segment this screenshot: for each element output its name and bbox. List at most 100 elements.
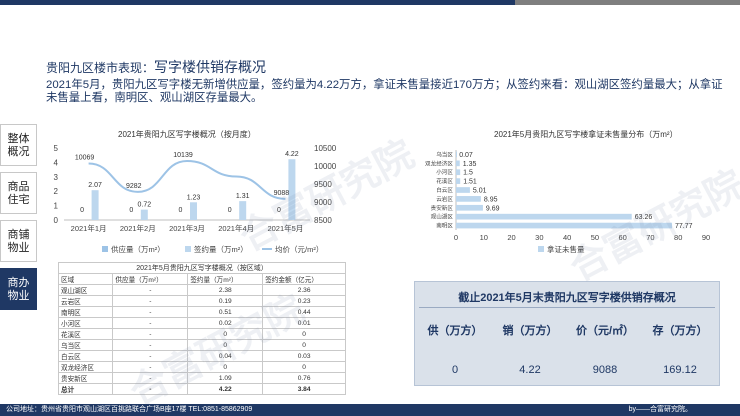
legend-swatch-supply [102,246,108,252]
table-cell: 南明区 [57,306,114,318]
y-left-tick-label: 0 [54,216,59,225]
table-cell: 0.23 [262,295,346,307]
x-tick-label: 50 [591,233,599,242]
page-title: 贵阳九区楼市表现：写字楼供销存概况 [46,57,266,77]
table-cell: 0.03 [262,350,346,362]
supply-bar-label: 0 [277,207,281,214]
table-cell: - [112,372,189,384]
table-cell: 乌当区 [57,339,114,351]
unsold-bar-label: 9.69 [486,205,500,212]
unsold-bar [456,160,460,167]
x-tick-label: 60 [618,233,626,242]
table-cell: 2.38 [187,284,264,296]
y-tick-label: 云岩区 [436,195,453,203]
table-cell: 0 [187,328,264,340]
table-cell: 0.19 [187,295,264,307]
signed-bar [140,209,148,220]
nav-item-label: 商办物业 [7,276,30,302]
x-tick-label: 10 [480,233,488,242]
table-cell: 0.02 [187,317,264,329]
table-cell: 总计 [57,383,114,395]
table-row: 观山湖区 -2.38 2.36 [57,284,346,296]
nav-item-overview[interactable]: 整体概况 [0,124,37,166]
table-header: 供应量（万m²） [112,273,189,285]
nav-item-label: 商铺物业 [7,228,30,254]
x-tick-label: 2021年5月 [267,223,303,233]
table-row: 花溪区 -0 0 [57,328,346,340]
signed-bar [239,201,247,220]
legend-label-price: 均价（元/m²） [275,244,323,254]
table-cell: 双龙经济区 [57,361,114,373]
signed-bar-label: 1.23 [187,194,201,201]
price-point-label: 10069 [75,155,95,162]
summary-text: 2021年5月，贵阳九区写字楼无新增供应量，签约量为4.22万方，拿证未售量接近… [46,79,723,104]
supply-bar-label: 0 [80,207,84,214]
y-tick-label: 小河区 [436,168,453,176]
stock-val-price: 9088 [592,364,618,376]
unsold-bar-label: 1.51 [463,179,477,186]
y-left-tick-label: 4 [54,158,59,167]
stock-val-supply: 0 [451,364,459,376]
legend-label-supply: 供应量（万m²） [111,244,165,254]
unsold-bar [456,187,470,193]
page-title-prefix: 贵阳九区楼市表现： [46,61,155,75]
table-header: 签约金额（亿元） [262,273,346,285]
signed-bar [190,202,197,220]
x-tick-label: 2021年2月 [120,223,156,233]
table-cell: 0 [187,339,264,351]
y-left-tick-label: 2 [54,187,59,196]
table-cell: 0.44 [262,306,346,318]
unsold-bar-label: 5.01 [473,188,487,195]
price-line [88,159,286,200]
unsold-bar-label: 1.5 [463,170,473,177]
district-table: 2021年5月贵阳九区写字楼概况（按区域） 区域 供应量（万m²） 签约量（万m… [57,262,346,395]
table-cell: 白云区 [57,350,114,362]
unsold-bar [456,213,632,220]
table-cell: 0 [262,361,346,373]
table-cell: - [112,317,189,329]
legend-swatch-unsold [538,246,544,252]
legend-swatch-signed [185,246,191,252]
nav-item-label: 商品住宅 [7,180,30,206]
nav-item-residential[interactable]: 商品住宅 [0,172,37,214]
x-tick-label: 90 [702,233,710,242]
nav-item-retail[interactable]: 商铺物业 [0,220,37,262]
y-left-tick-label: 5 [54,144,59,153]
y-right-tick-label: 9000 [314,198,332,207]
signed-bar-label: 4.22 [285,151,299,158]
table-cell: 0.01 [262,317,346,329]
table-cell: 0 [187,361,264,373]
table-row: 南明区 -0.51 0.44 [57,306,346,318]
y-left-tick-label: 3 [54,173,59,182]
x-tick-label: 2021年1月 [71,223,107,233]
y-right-tick-label: 10500 [314,144,337,153]
supply-bar-label: 0 [228,207,232,214]
stock-col-supply: 供（万方） [427,325,483,337]
supply-bar-label: 0 [129,207,133,214]
table-cell: - [112,328,189,340]
table-cell: 贵安新区 [57,372,114,384]
unsold-bar [456,151,457,158]
table-cell: - [112,361,189,373]
monthly-chart: 0 1 2 3 4 5 8500 9000 9500 10000 10500 0 2.07 2021年1月… [54,144,337,254]
top-accent-bar-grey [515,0,740,5]
table-cell: - [112,383,189,395]
table-cell: - [112,306,189,318]
table-header: 区域 [57,273,114,285]
table-cell: 0 [262,328,346,340]
unsold-bar [456,222,673,229]
x-tick-label: 2021年4月 [218,223,254,233]
unsold-bar-label: 8.95 [484,196,498,203]
nav-item-office[interactable]: 商办物业 [0,268,37,310]
y-tick-label: 观山湖区 [431,213,454,221]
x-tick-label: 0 [454,233,458,242]
table-cell: 0 [262,339,346,351]
table-cell: 0.51 [187,306,264,318]
stock-summary-divider [419,307,715,308]
table-row: 小河区 -0.02 0.01 [57,317,346,329]
footer-address: 公司地址：贵州省贵阳市观山湖区百挑路联合广场B座17楼 TEL:0851-858… [6,406,253,413]
y-tick-label: 贵安新区 [431,204,454,212]
stock-val-inventory: 169.12 [663,364,697,376]
unsold-bar-label: 0.07 [459,152,473,159]
legend-label-unsold: 拿证未售量 [547,244,585,254]
